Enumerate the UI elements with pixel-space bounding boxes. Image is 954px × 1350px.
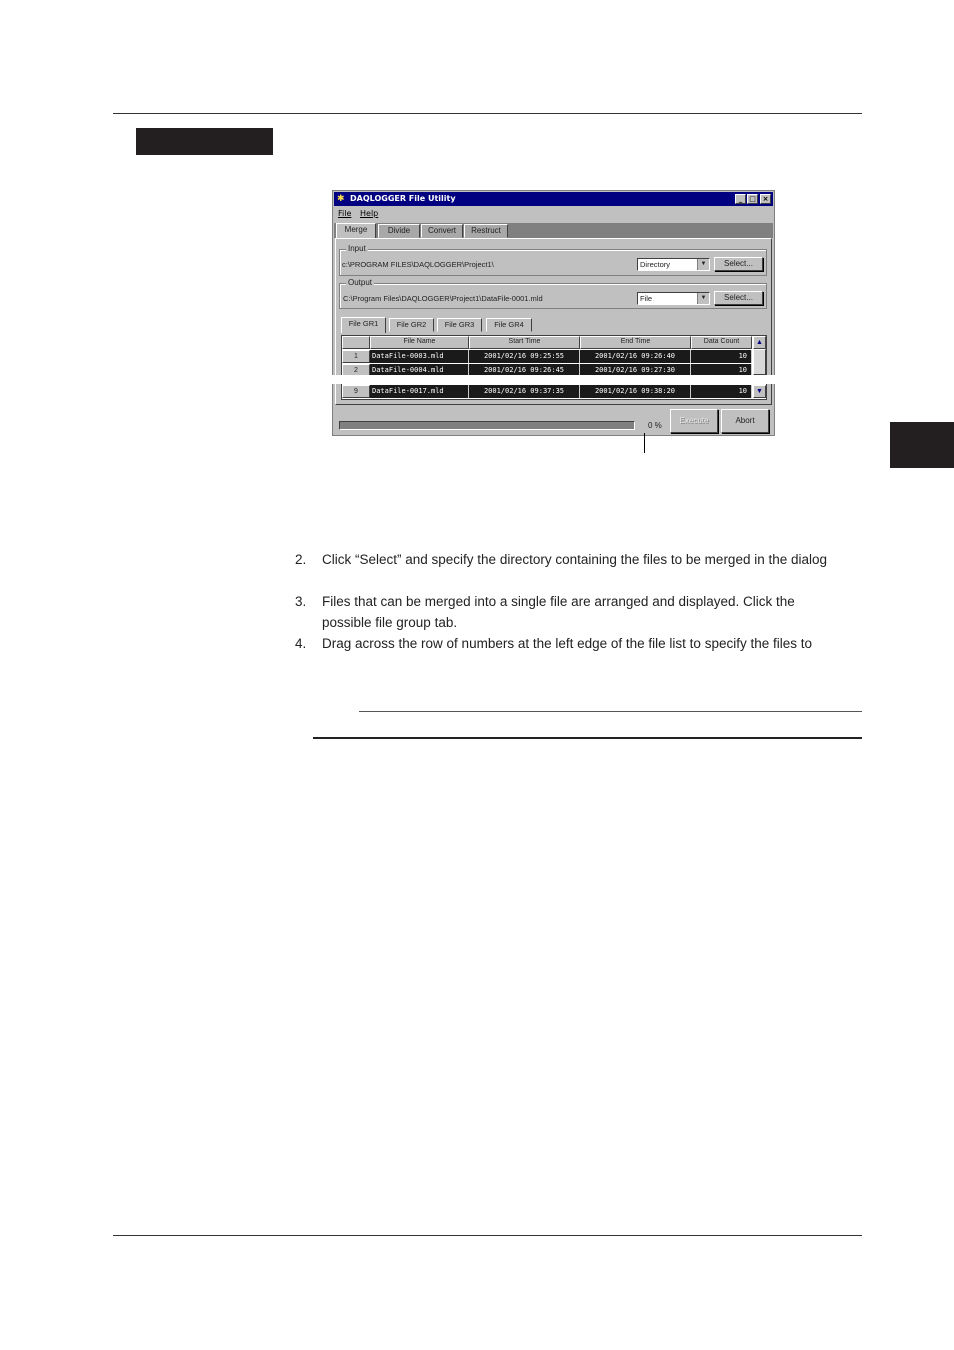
input-path: c:\PROGRAM FILES\DAQLOGGER\Project1\ [342,260,494,269]
chapter-index-tab [890,422,954,468]
step-text: Files that can be merged into a single f… [322,594,795,609]
cell-file-name[interactable]: DataFile-0003.mld [370,350,469,363]
app-icon: ✱ [337,194,345,204]
col-data-count[interactable]: Data Count [691,336,752,349]
footer-rule [113,1235,862,1236]
window-title: DAQLOGGER File Utility [350,194,456,203]
tab-file-gr3[interactable]: File GR3 [437,318,482,332]
menu-help[interactable]: Help [360,209,378,218]
note-bottom-rule [313,737,862,739]
input-label: Input [346,244,368,253]
output-label: Output [346,278,375,287]
cell-file-name[interactable]: DataFile-0017.mld [370,385,469,398]
input-mode-value: Directory [640,260,671,269]
step-text: Drag across the row of numbers at the le… [322,636,812,651]
output-select-button[interactable]: Select... [714,291,763,305]
step-text-continued: possible file group tab. [322,615,458,630]
cell-start-time[interactable]: 2001/02/16 09:37:35 [469,385,580,398]
cell-end-time[interactable]: 2001/02/16 09:26:40 [580,350,691,363]
tab-file-gr4[interactable]: File GR4 [486,318,532,332]
chevron-down-icon: ▼ [697,259,709,270]
progress-percent: 0 % [648,421,662,430]
col-file-name[interactable]: File Name [370,336,469,349]
scroll-down-button[interactable]: ▼ [753,385,766,398]
output-mode-value: File [640,294,653,303]
header-rule [113,113,862,114]
step-number: 4. [295,636,307,651]
tab-file-gr2[interactable]: File GR2 [389,318,434,332]
col-start-time[interactable]: Start Time [469,336,580,349]
row-number[interactable]: 1 [342,350,370,363]
maximize-button[interactable]: □ [747,194,758,204]
col-end-time[interactable]: End Time [580,336,691,349]
input-mode-dropdown[interactable]: Directory ▼ [637,258,710,271]
title-bar: ✱ DAQLOGGER File Utility _ □ × [334,192,773,206]
screenshot-break [332,375,775,384]
scroll-up-button[interactable]: ▲ [753,336,766,349]
output-path: C:\Program Files\DAQLOGGER\Project1\Data… [343,294,543,303]
step-number: 2. [295,552,307,567]
step-text: Click “Select” and specify the directory… [322,552,828,567]
menu-bar: File Help [334,207,773,220]
input-select-button[interactable]: Select... [714,257,763,271]
tab-convert[interactable]: Convert [421,224,463,238]
execute-button[interactable]: Execute [670,409,718,433]
output-mode-dropdown[interactable]: File ▼ [637,292,710,305]
row-number-header [342,336,370,349]
step-number: 3. [295,594,307,609]
abort-button[interactable]: Abort [721,409,769,433]
close-button[interactable]: × [760,194,771,204]
scroll-track[interactable] [753,349,766,375]
section-label-box [136,128,273,155]
cell-data-count[interactable]: 10 [691,350,752,363]
tab-file-gr1[interactable]: File GR1 [341,317,386,333]
cell-data-count[interactable]: 10 [691,385,752,398]
tab-restruct[interactable]: Restruct [464,224,508,238]
menu-file[interactable]: File [338,209,351,218]
row-number[interactable]: 9 [342,385,370,398]
cell-start-time[interactable]: 2001/02/16 09:25:55 [469,350,580,363]
cell-end-time[interactable]: 2001/02/16 09:38:20 [580,385,691,398]
progress-bar [339,421,635,430]
tab-merge[interactable]: Merge [336,223,376,239]
callout-line [644,433,645,453]
note-top-rule [359,711,862,712]
tab-divide[interactable]: Divide [378,224,420,238]
chevron-down-icon: ▼ [697,293,709,304]
minimize-button[interactable]: _ [735,194,746,204]
